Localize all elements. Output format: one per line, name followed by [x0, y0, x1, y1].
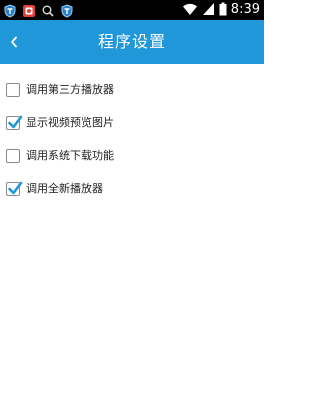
setting-system-download[interactable]: 调用系统下载功能	[0, 144, 264, 168]
shield-app-icon	[3, 3, 17, 18]
shield-app-icon	[60, 3, 74, 18]
page-title: 程序设置	[97, 32, 166, 51]
status-bar-notifications	[3, 2, 74, 18]
signal-icon	[202, 1, 215, 20]
setting-video-preview[interactable]: 显示视频预览图片	[0, 111, 264, 135]
setting-new-player[interactable]: 调用全新播放器	[0, 177, 264, 201]
video-preview-checkbox[interactable]	[6, 115, 23, 130]
new-player-checkbox[interactable]	[6, 181, 23, 196]
photo-app-icon	[22, 3, 36, 17]
system-download-checkbox[interactable]	[6, 149, 20, 163]
checkmark-icon	[8, 115, 23, 129]
status-time: 8:39	[230, 2, 260, 17]
search-icon	[41, 3, 55, 17]
status-bar-system: 8:39	[182, 2, 260, 18]
third-party-player-checkbox[interactable]	[6, 83, 20, 97]
setting-label: 调用系统下载功能	[26, 149, 114, 162]
setting-third-party-player[interactable]: 调用第三方播放器	[0, 78, 264, 102]
setting-label: 调用全新播放器	[26, 182, 103, 195]
setting-label: 显示视频预览图片	[26, 116, 114, 129]
setting-label: 调用第三方播放器	[26, 83, 114, 96]
title-bar: 程序设置	[0, 20, 264, 64]
wifi-icon	[182, 1, 198, 20]
battery-icon	[219, 1, 227, 20]
status-bar: 8:39	[0, 0, 264, 20]
checkmark-icon	[8, 181, 23, 195]
